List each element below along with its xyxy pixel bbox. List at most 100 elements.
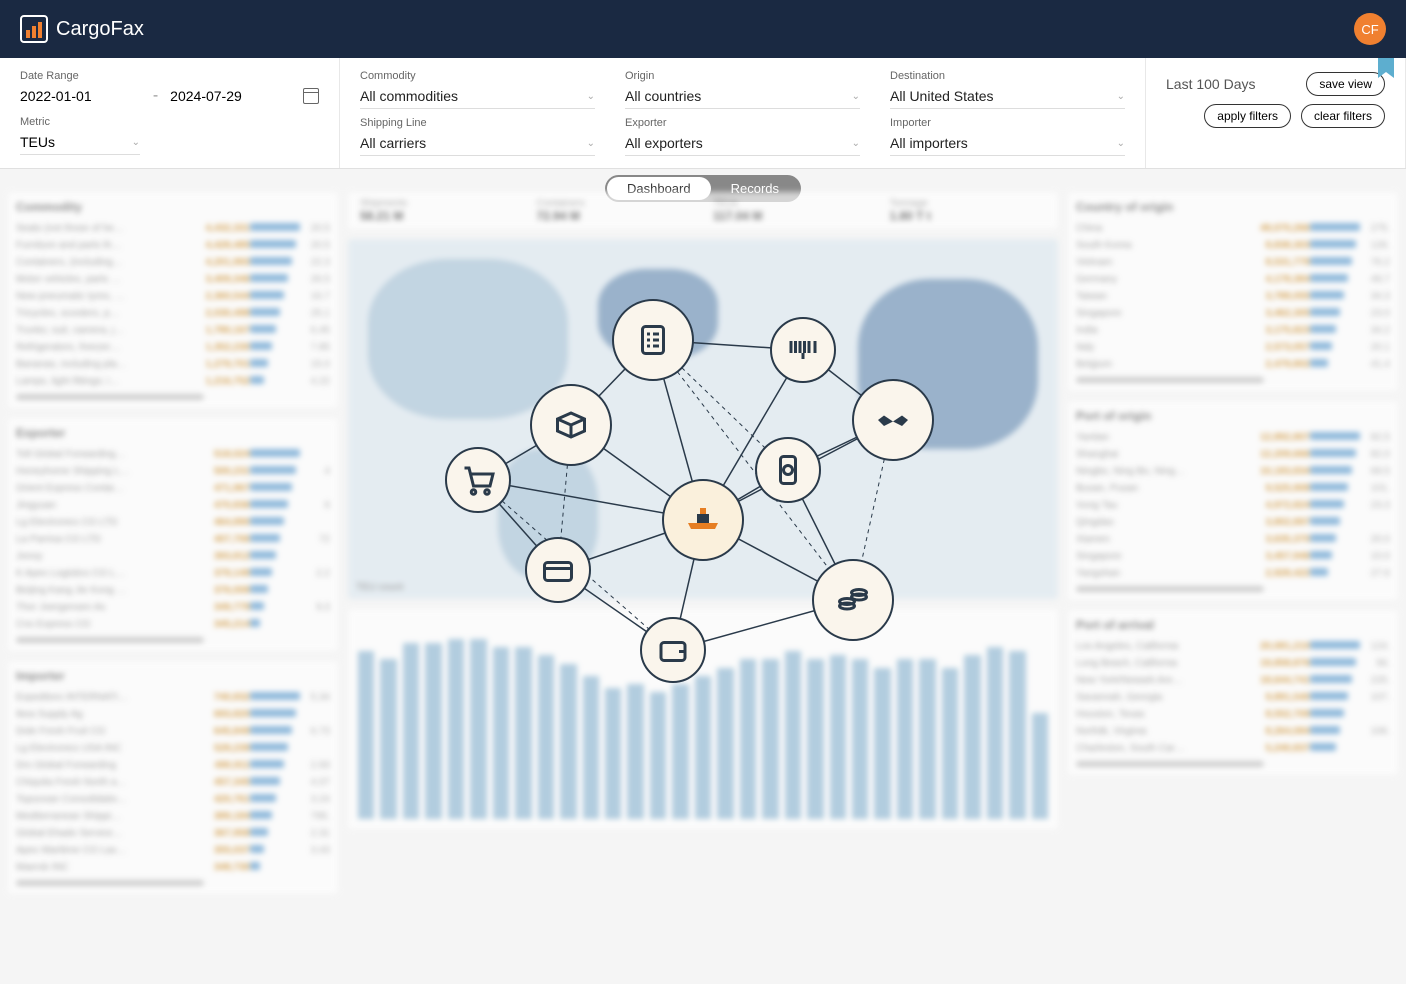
chart-bar[interactable] [740,659,756,819]
table-row[interactable]: Lamps, light fittings; i…1,216,7524.22 [16,373,330,390]
table-row[interactable]: Busan, Pusan9,525,908101. [1076,480,1390,497]
table-row[interactable]: Containers, (including…4,201,99322.3 [16,254,330,271]
table-row[interactable]: Dole Fresh Fruit CO645,8496.73 [16,723,330,740]
chart-bar[interactable] [380,659,396,819]
calendar-icon[interactable] [303,88,319,104]
clear-filters-button[interactable]: clear filters [1301,104,1385,128]
table-row[interactable]: Yangshan2,928,42227.6 [1076,565,1390,582]
table-row[interactable]: Savannah, Georgia9,891,540107. [1076,689,1390,706]
table-row[interactable]: Long Beach, California19,858,87656. [1076,655,1390,672]
scrollbar[interactable] [16,637,204,643]
table-row[interactable]: Expeditors INTERNATI…740,8325.34 [16,689,330,706]
user-avatar[interactable]: CF [1354,13,1386,45]
table-row[interactable]: Yantian12,892,80782.5 [1076,429,1390,446]
apply-filters-button[interactable]: apply filters [1204,104,1291,128]
table-row[interactable]: Germany4,178,38449.7 [1076,271,1390,288]
table-row[interactable]: Apex Maritime CO Lax…355,0373.43 [16,842,330,859]
table-row[interactable]: Motor vehicles, parts …3,409,34626.5 [16,271,330,288]
table-row[interactable]: Mediterranean Shippi…389,184795. [16,808,330,825]
table-row[interactable]: K Apex Logistics CO L…379,1492.2 [16,565,330,582]
table-row[interactable]: Beijing Kang Jie Kong …376,008 [16,582,330,599]
chart-bar[interactable] [583,676,599,819]
table-row[interactable]: Topocean Consolidatio…420,7613.24 [16,791,330,808]
table-row[interactable]: Honeyhome Shipping L…500,2314 [16,463,330,480]
chart-bar[interactable] [717,668,733,819]
chart-bar[interactable] [964,655,980,819]
chart-bar[interactable] [493,647,509,819]
table-row[interactable]: India3,175,82334.2 [1076,322,1390,339]
destination-filter[interactable]: Destination All United States⌄ [890,70,1125,109]
chart-bar[interactable] [470,639,486,819]
teu-bar-chart[interactable] [348,609,1058,829]
table-row[interactable]: Los Angeles, California20,081,210124. [1076,638,1390,655]
table-row[interactable]: Qingdao3,802,897 [1076,514,1390,531]
chart-bar[interactable] [650,692,666,819]
importer-filter[interactable]: Importer All importers⌄ [890,117,1125,156]
chart-bar[interactable] [762,659,778,819]
table-row[interactable]: Vietnam8,531,77976.2 [1076,254,1390,271]
date-end-input[interactable]: 2024-07-29 [170,84,291,108]
table-row[interactable]: Shanghai12,209,66682.0 [1076,446,1390,463]
chart-bar[interactable] [942,668,958,819]
table-row[interactable]: Ikea Supply Ag693,820 [16,706,330,723]
brand-logo[interactable]: CargoFax [20,15,144,43]
table-row[interactable]: Lg Electronics CO LTD464,890 [16,514,330,531]
table-row[interactable]: Singapore3,457,94610.0 [1076,548,1390,565]
metric-select[interactable]: TEUs ⌄ [20,130,140,155]
chart-bar[interactable] [672,684,688,819]
table-row[interactable]: South Korea8,838,303126. [1076,237,1390,254]
scrollbar[interactable] [1076,377,1264,383]
table-row[interactable]: La Parrioa CO LTD407,70672 [16,531,330,548]
chart-bar[interactable] [515,647,531,819]
scrollbar[interactable] [16,394,204,400]
origin-filter[interactable]: Origin All countries⌄ [625,70,860,109]
table-row[interactable]: Bananas, including pla…1,279,70115.0 [16,356,330,373]
table-row[interactable]: Vung Tau4,972,82423.3 [1076,497,1390,514]
table-row[interactable]: Ningbo, Ning Bo, Ning…10,183,83469.5 [1076,463,1390,480]
chart-bar[interactable] [448,639,464,819]
table-row[interactable]: Maersk INC348,730 [16,859,330,876]
table-row[interactable]: Norfolk, Virginia8,264,084106. [1076,723,1390,740]
table-row[interactable]: Seats (not those of he…4,432,33120.5 [16,220,330,237]
chart-bar[interactable] [897,659,913,819]
save-view-button[interactable]: save view [1306,72,1385,96]
table-row[interactable]: Cns Express CO345,214 [16,616,330,633]
chart-bar[interactable] [1032,713,1048,819]
date-start-input[interactable]: 2022-01-01 [20,84,141,108]
chart-bar[interactable] [807,659,823,819]
chart-bar[interactable] [627,684,643,819]
table-row[interactable]: Lg Electronics USA INC528,239 [16,740,330,757]
table-row[interactable]: Refrigerators, freezer…1,352,2307.85 [16,339,330,356]
chart-bar[interactable] [560,664,576,819]
table-row[interactable]: Xiamen3,635,37020.0 [1076,531,1390,548]
chart-bar[interactable] [987,647,1003,819]
table-row[interactable]: Toll Global Forwarding…518,024 [16,446,330,463]
table-row[interactable]: Tricycles, scooters, p…2,030,49825.1 [16,305,330,322]
table-row[interactable]: Furniture and parts th…4,428,48520.5 [16,237,330,254]
chart-bar[interactable] [830,655,846,819]
table-row[interactable]: Taiwan3,788,05534.3 [1076,288,1390,305]
table-row[interactable]: Thor Joergensen As349,7799.3 [16,599,330,616]
chart-bar[interactable] [919,659,935,819]
table-row[interactable]: Global Ehado Service…367,9582.31 [16,825,330,842]
exporter-filter[interactable]: Exporter All exporters⌄ [625,117,860,156]
table-row[interactable]: Jingyuan470,8366 [16,497,330,514]
chart-bar[interactable] [1009,651,1025,819]
table-row[interactable]: New York/Newark Are…18,644,741225. [1076,672,1390,689]
chart-bar[interactable] [538,655,554,819]
scrollbar[interactable] [1076,586,1264,592]
scrollbar[interactable] [1076,761,1264,767]
table-row[interactable]: Singapore3,462,30523.0 [1076,305,1390,322]
chart-bar[interactable] [852,659,868,819]
table-row[interactable]: Belgium2,479,80241.4 [1076,356,1390,373]
scrollbar[interactable] [16,880,204,886]
chart-bar[interactable] [785,651,801,819]
chart-bar[interactable] [874,668,890,819]
chart-bar[interactable] [403,643,419,819]
shipping-line-filter[interactable]: Shipping Line All carriers⌄ [360,117,595,156]
chart-bar[interactable] [425,643,441,819]
chart-bar[interactable] [695,676,711,819]
table-row[interactable]: Italy2,573,05720.1 [1076,339,1390,356]
table-row[interactable]: Drs Global Forwarding490,9112.93 [16,757,330,774]
table-row[interactable]: Trunks; suit, camera, j…1,780,1676.45 [16,322,330,339]
